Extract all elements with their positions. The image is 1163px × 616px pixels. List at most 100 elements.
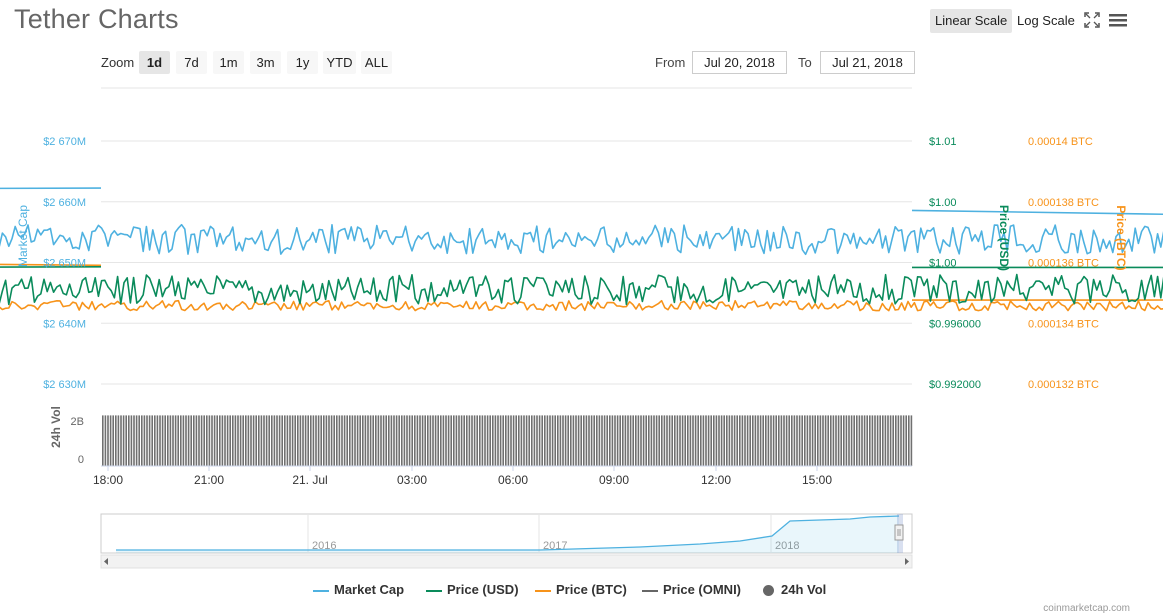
volume-bar (551, 415, 554, 466)
volume-bar (606, 415, 608, 466)
volume-bar (182, 415, 185, 466)
legend-label: 24h Vol (781, 582, 827, 597)
volume-bar (354, 415, 356, 466)
volume-bar (289, 415, 291, 466)
volume-bar (783, 415, 785, 466)
volume-bar (239, 415, 242, 466)
volume-bar (710, 415, 712, 466)
volume-tick: 2B (71, 416, 84, 428)
volume-bar (778, 415, 780, 466)
volume-bar (234, 415, 237, 466)
volume-bar (414, 415, 416, 466)
volume-bar (460, 415, 463, 466)
price-btc-tick: 0.00014 BTC (1028, 136, 1093, 148)
volume-bar (876, 415, 879, 466)
volume-bar (250, 415, 252, 466)
volume-bar (468, 415, 471, 466)
volume-bar (362, 415, 364, 466)
volume-bars (102, 415, 913, 466)
volume-bar (684, 415, 686, 466)
volume-bar (416, 415, 419, 466)
volume-bar (593, 415, 595, 466)
volume-bar (453, 415, 455, 466)
x-tick-label: 09:00 (599, 473, 629, 487)
volume-bar (473, 415, 476, 466)
volume-bar (148, 415, 151, 466)
volume-bar (759, 415, 762, 466)
volume-bar (580, 415, 582, 466)
legend-label: Market Cap (334, 582, 405, 597)
volume-bar (772, 415, 775, 466)
volume-bar (791, 415, 793, 466)
volume-bar (856, 415, 858, 466)
volume-bar (486, 415, 489, 466)
price-usd-tick: $0.992000 (929, 379, 981, 391)
volume-bar (143, 415, 146, 466)
volume-bar (866, 415, 868, 466)
volume-bar (640, 415, 642, 466)
volume-bar (369, 415, 372, 466)
price-usd-axis-title: Price (USD) (997, 205, 1011, 271)
navigator-scrollbar[interactable] (100, 554, 913, 569)
price-usd-swatch (426, 590, 442, 592)
volume-bar (819, 415, 822, 466)
volume-bar (562, 415, 564, 466)
volume-bar (226, 415, 229, 466)
volume-bar (385, 415, 387, 466)
volume-bar (528, 415, 530, 466)
volume-bar (304, 415, 307, 466)
volume-bar (754, 415, 757, 466)
volume-bar (895, 415, 897, 466)
volume-bar (167, 415, 169, 466)
volume-bar (635, 415, 637, 466)
volume-bar (908, 415, 910, 466)
price-btc-axis-title: Price (BTC) (1114, 205, 1128, 270)
volume-bar (286, 415, 289, 466)
volume-bar (577, 415, 580, 466)
volume-bar (242, 415, 244, 466)
volume-bar (128, 415, 130, 466)
volume-bar (718, 415, 720, 466)
volume-bar (874, 415, 876, 466)
volume-bar (232, 415, 234, 466)
volume-bar (382, 415, 385, 466)
volume-bar (349, 415, 351, 466)
volume-bar (840, 415, 842, 466)
volume-bar (388, 415, 390, 466)
volume-bar (687, 415, 689, 466)
volume-bar (637, 415, 640, 466)
volume-bar (177, 415, 179, 466)
volume-bar (603, 415, 606, 466)
volume-bar (213, 415, 216, 466)
volume-bar (356, 415, 359, 466)
volume-bar (629, 415, 632, 466)
volume-bar (533, 415, 536, 466)
volume-bar (897, 415, 900, 466)
volume-bar (375, 415, 377, 466)
volume-bar (798, 415, 801, 466)
legend-label: Price (BTC) (556, 582, 627, 597)
volume-bar (390, 415, 393, 466)
volume-bar (494, 415, 497, 466)
x-tick-label: 03:00 (397, 473, 427, 487)
volume-bar (206, 415, 208, 466)
volume-bar (715, 415, 718, 466)
price-btc-tick: 0.000134 BTC (1028, 318, 1099, 330)
volume-bar (265, 415, 268, 466)
navigator-handle[interactable] (894, 524, 904, 541)
chart-area: $2 630M $2 640M $2 650M $2 660M $2 670M Marke… (0, 87, 1163, 569)
volume-bar (848, 415, 850, 466)
volume-bar (125, 415, 127, 466)
volume-bar (585, 415, 588, 466)
volume-bar (302, 415, 304, 466)
volume-bar (424, 415, 426, 466)
volume-bar (889, 415, 892, 466)
volume-bar (445, 415, 447, 466)
credits-link[interactable]: coinmarketcap.com (1043, 603, 1130, 614)
volume-bar (814, 415, 816, 466)
volume-bar (268, 415, 270, 466)
volume-bar (536, 415, 538, 466)
volume-bar (622, 415, 624, 466)
volume-bar (338, 415, 341, 466)
volume-bar (570, 415, 572, 466)
